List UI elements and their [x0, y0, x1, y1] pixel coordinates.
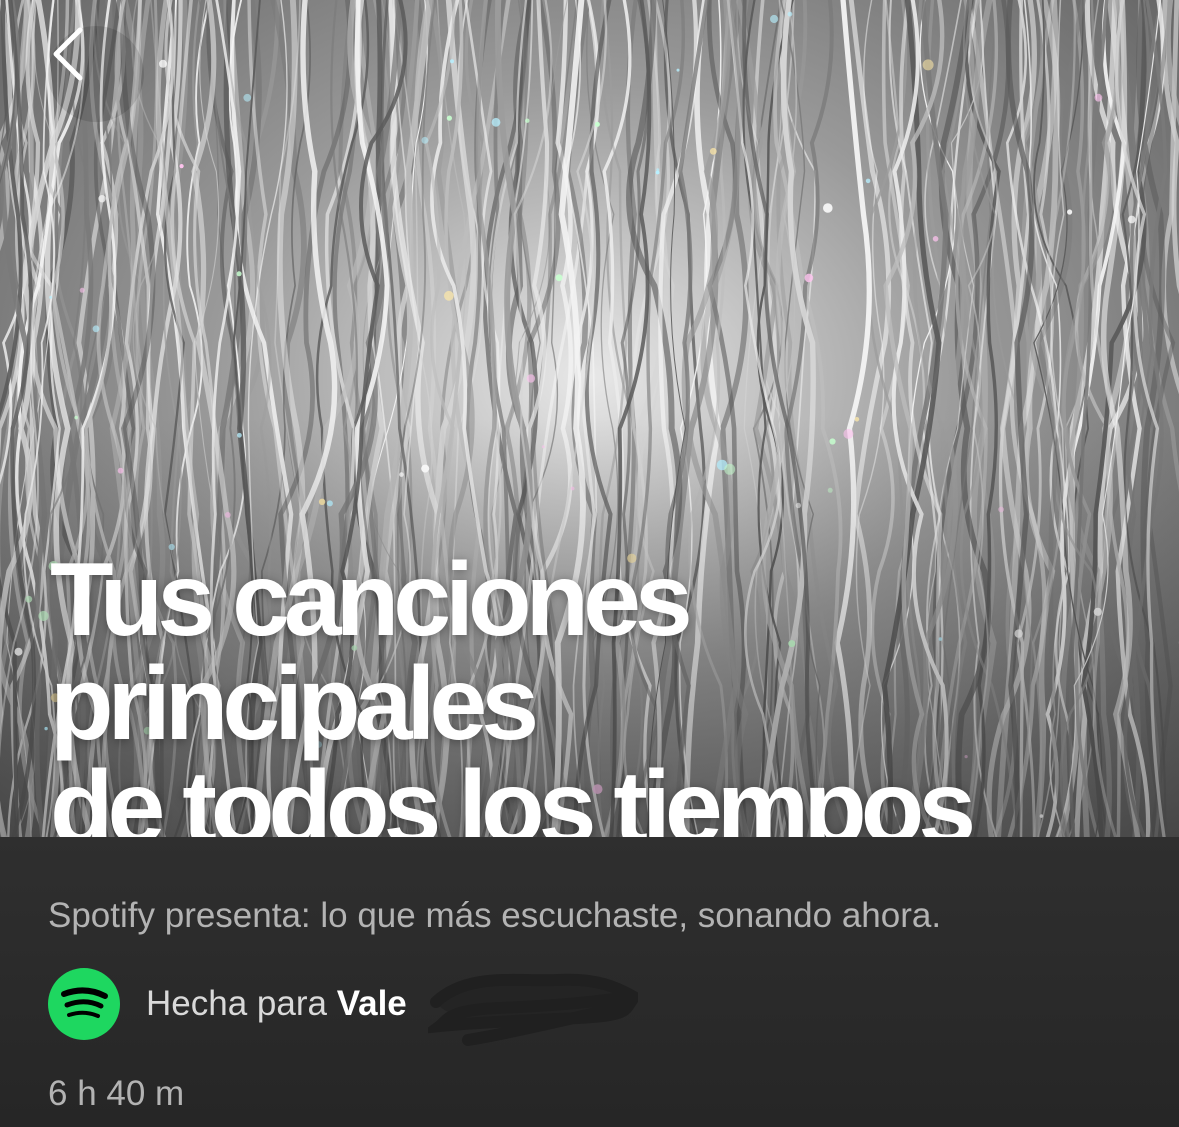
spotify-logo-icon [48, 968, 120, 1040]
redaction-scribble [428, 973, 638, 1046]
owner-name[interactable]: Vale [337, 984, 407, 1023]
playlist-title-line-2: de todos los tiempos [50, 750, 976, 837]
playlist-title-line-1: Tus canciones principales [50, 542, 693, 762]
playlist-screen: Tus canciones principales de todos los t… [0, 0, 1179, 1127]
back-button[interactable] [48, 26, 144, 122]
owner-prefix: Hecha para [146, 984, 327, 1023]
owner-label: Hecha para Vale [146, 984, 407, 1024]
playlist-owner[interactable]: Hecha para Vale [48, 968, 407, 1040]
playlist-title: Tus canciones principales de todos los t… [50, 548, 1160, 837]
playlist-duration: 6 h 40 m [48, 1074, 185, 1113]
playlist-cover: Tus canciones principales de todos los t… [0, 0, 1179, 837]
chevron-left-icon [53, 27, 83, 81]
playlist-description: Spotify presenta: lo que más escuchaste,… [48, 896, 942, 935]
